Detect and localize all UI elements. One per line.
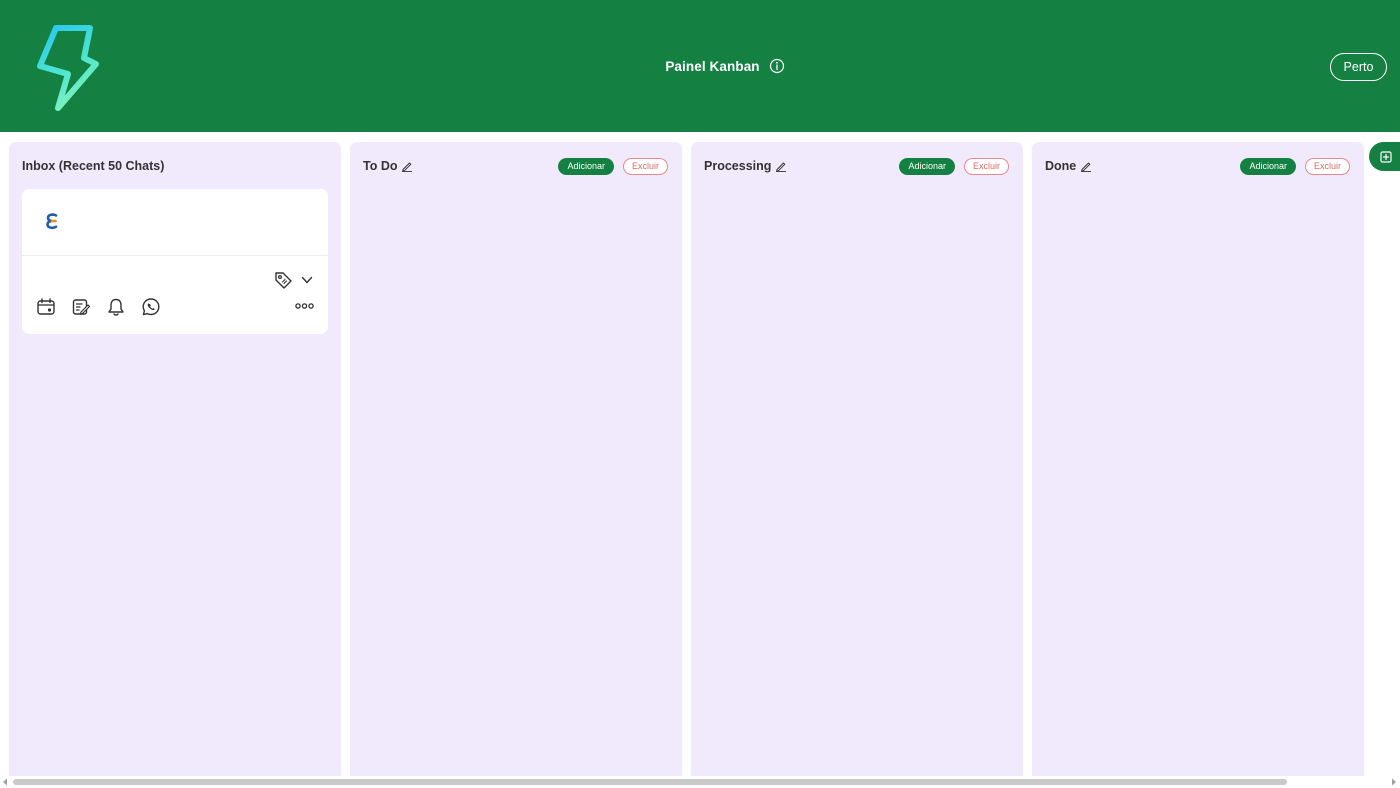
column-title: Done <box>1045 159 1077 173</box>
lightning-bolt-icon <box>37 25 99 111</box>
note-edit-icon[interactable] <box>71 297 91 317</box>
column-to-do: To Do Adicionar Excluir <box>350 142 682 776</box>
e-logo-icon <box>46 213 58 230</box>
scroll-left-arrow-icon[interactable] <box>2 778 8 786</box>
info-icon[interactable] <box>769 58 785 74</box>
inbox-column-header: Inbox (Recent 50 Chats) <box>22 155 327 177</box>
add-card-button[interactable]: Adicionar <box>899 157 955 175</box>
kanban-board: Inbox (Recent 50 Chats) To Do Adicionar … <box>0 132 1400 776</box>
horizontal-scrollbar[interactable] <box>0 776 1400 788</box>
pencil-edit-icon[interactable] <box>775 160 787 172</box>
pencil-edit-icon[interactable] <box>1080 160 1092 172</box>
scroll-right-arrow-icon[interactable] <box>1391 778 1397 786</box>
scrollbar-thumb[interactable] <box>13 779 1287 785</box>
column-header: To Do Adicionar Excluir <box>363 155 668 177</box>
column-title: Processing <box>704 159 772 173</box>
chat-card[interactable] <box>22 189 328 334</box>
plus-square-icon <box>1380 150 1392 163</box>
chat-card-header <box>22 189 328 256</box>
delete-column-button[interactable]: Excluir <box>963 157 1009 175</box>
pencil-edit-icon[interactable] <box>401 160 413 172</box>
more-options-icon[interactable] <box>295 301 314 311</box>
close-button[interactable]: Perto <box>1330 53 1387 81</box>
add-card-button[interactable]: Adicionar <box>1240 157 1296 175</box>
bell-icon[interactable] <box>106 297 126 317</box>
column-header: Processing Adicionar Excluir <box>704 155 1009 177</box>
column-done: Done Adicionar Excluir <box>1032 142 1364 776</box>
column-processing: Processing Adicionar Excluir <box>691 142 1023 776</box>
inbox-column: Inbox (Recent 50 Chats) <box>9 142 341 776</box>
add-card-button[interactable]: Adicionar <box>558 157 614 175</box>
chat-card-tools <box>36 297 161 317</box>
delete-column-button[interactable]: Excluir <box>1304 157 1350 175</box>
delete-column-button[interactable]: Excluir <box>622 157 668 175</box>
tag-icon[interactable] <box>273 270 293 290</box>
column-title: To Do <box>363 159 398 173</box>
chevron-down-icon[interactable] <box>301 274 313 286</box>
whatsapp-icon[interactable] <box>141 297 161 317</box>
page-title: Painel Kanban <box>665 58 760 74</box>
app-header: Painel Kanban Perto <box>0 0 1400 132</box>
calendar-icon[interactable] <box>36 297 56 317</box>
column-header: Done Adicionar Excluir <box>1045 155 1350 177</box>
add-column-button[interactable] <box>1369 142 1400 171</box>
inbox-title: Inbox (Recent 50 Chats) <box>22 159 165 173</box>
